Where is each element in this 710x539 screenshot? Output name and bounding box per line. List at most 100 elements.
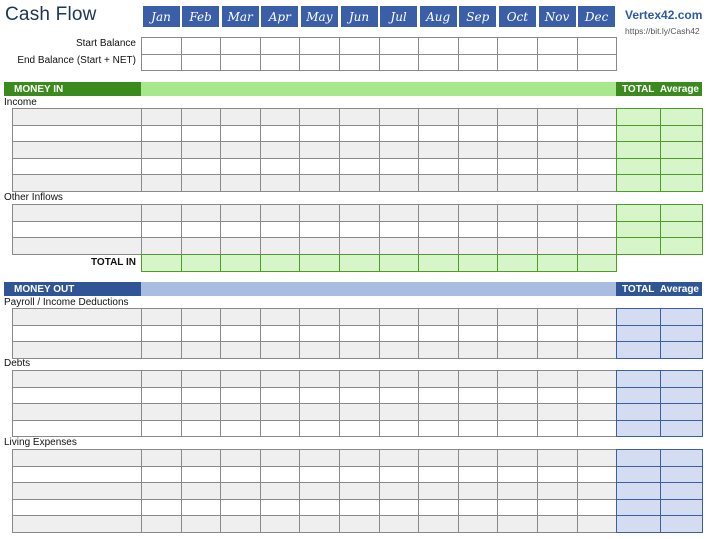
income-cell-sep[interactable] [457, 108, 499, 126]
income-cell-sep[interactable] [457, 157, 499, 176]
income-cell-apr[interactable] [259, 108, 301, 126]
debts-average-cell[interactable] [660, 370, 703, 388]
other-inflows-cell-aug[interactable] [418, 237, 459, 255]
living-expenses-cell-sep[interactable] [457, 515, 499, 533]
debts-cell-jun[interactable] [339, 386, 380, 405]
income-cell-feb[interactable] [180, 124, 222, 143]
living-expenses-cell-jul[interactable] [378, 515, 420, 533]
debts-cell-jun[interactable] [339, 403, 380, 421]
other-inflows-cell-oct[interactable] [497, 204, 538, 222]
other-inflows-cell-feb[interactable] [180, 220, 222, 239]
start-balance-cell-feb[interactable] [180, 37, 222, 55]
other-inflows-cell-may[interactable] [299, 237, 340, 255]
payroll-cell-nov[interactable] [537, 324, 578, 343]
living-expenses-cell-oct[interactable] [497, 482, 538, 500]
living-expenses-cell-jun[interactable] [339, 482, 380, 500]
debts-cell-feb[interactable] [180, 370, 222, 388]
income-cell-apr[interactable] [259, 157, 301, 176]
income-cell-nov[interactable] [537, 108, 578, 126]
living-expenses-total-cell[interactable] [616, 482, 661, 500]
living-expenses-cell-nov[interactable] [537, 465, 578, 484]
other-inflows-cell-aug[interactable] [418, 204, 459, 222]
debts-cell-feb[interactable] [180, 403, 222, 421]
payroll-cell-aug[interactable] [418, 341, 459, 359]
other-inflows-cell-feb[interactable] [180, 237, 222, 255]
income-cell-feb[interactable] [180, 108, 222, 126]
income-cell-dec[interactable] [576, 124, 618, 143]
start-balance-cell-jan[interactable] [141, 37, 182, 55]
living-expenses-cell-jan[interactable] [141, 515, 182, 533]
total-in-cell-jul[interactable] [378, 254, 420, 272]
debts-cell-jun[interactable] [339, 419, 380, 438]
living-expenses-cell-apr[interactable] [259, 498, 301, 517]
living-expenses-cell-sep[interactable] [457, 449, 499, 467]
payroll-cell-feb[interactable] [180, 324, 222, 343]
debts-cell-sep[interactable] [457, 386, 499, 405]
living-expenses-average-cell[interactable] [660, 498, 703, 517]
living-expenses-cell-jan[interactable] [141, 482, 182, 500]
debts-cell-apr[interactable] [259, 370, 301, 388]
living-expenses-cell-mar[interactable] [220, 498, 261, 517]
payroll-cell-aug[interactable] [418, 324, 459, 343]
other-inflows-cell-sep[interactable] [457, 220, 499, 239]
debts-cell-jul[interactable] [378, 370, 420, 388]
total-in-cell-aug[interactable] [418, 254, 459, 272]
living-expenses-cell-may[interactable] [299, 465, 340, 484]
start-balance-cell-nov[interactable] [537, 37, 578, 55]
payroll-row-label-cell[interactable] [12, 324, 142, 343]
other-inflows-cell-jul[interactable] [378, 220, 420, 239]
living-expenses-cell-mar[interactable] [220, 482, 261, 500]
end-balance-cell-dec[interactable] [576, 53, 618, 72]
debts-cell-may[interactable] [299, 419, 340, 438]
debts-cell-nov[interactable] [537, 419, 578, 438]
income-cell-dec[interactable] [576, 108, 618, 126]
income-total-cell[interactable] [616, 174, 661, 192]
living-expenses-cell-jun[interactable] [339, 498, 380, 517]
income-cell-oct[interactable] [497, 157, 538, 176]
living-expenses-cell-jun[interactable] [339, 515, 380, 533]
end-balance-cell-feb[interactable] [180, 53, 222, 72]
living-expenses-average-cell[interactable] [660, 515, 703, 533]
debts-cell-aug[interactable] [418, 419, 459, 438]
other-inflows-cell-nov[interactable] [537, 237, 578, 255]
income-cell-jun[interactable] [339, 124, 380, 143]
payroll-cell-dec[interactable] [576, 308, 618, 326]
income-cell-aug[interactable] [418, 174, 459, 192]
other-inflows-cell-jul[interactable] [378, 204, 420, 222]
living-expenses-total-cell[interactable] [616, 515, 661, 533]
living-expenses-cell-feb[interactable] [180, 482, 222, 500]
payroll-row-label-cell[interactable] [12, 341, 142, 359]
living-expenses-cell-jul[interactable] [378, 482, 420, 500]
debts-cell-mar[interactable] [220, 370, 261, 388]
debts-cell-jul[interactable] [378, 403, 420, 421]
debts-cell-may[interactable] [299, 386, 340, 405]
end-balance-cell-nov[interactable] [537, 53, 578, 72]
payroll-cell-feb[interactable] [180, 341, 222, 359]
living-expenses-cell-jul[interactable] [378, 465, 420, 484]
living-expenses-cell-jun[interactable] [339, 449, 380, 467]
income-cell-mar[interactable] [220, 157, 261, 176]
income-cell-jul[interactable] [378, 174, 420, 192]
total-in-cell-dec[interactable] [576, 254, 618, 272]
debts-cell-sep[interactable] [457, 419, 499, 438]
other-inflows-cell-dec[interactable] [576, 220, 618, 239]
debts-cell-jul[interactable] [378, 419, 420, 438]
brand-link[interactable]: Vertex42.com [625, 8, 702, 22]
debts-cell-feb[interactable] [180, 419, 222, 438]
other-inflows-cell-dec[interactable] [576, 237, 618, 255]
end-balance-cell-oct[interactable] [497, 53, 538, 72]
other-inflows-row-label-cell[interactable] [12, 204, 142, 222]
short-url-link[interactable]: https://bit.ly/Cash42 [625, 26, 700, 36]
living-expenses-cell-oct[interactable] [497, 465, 538, 484]
living-expenses-cell-feb[interactable] [180, 449, 222, 467]
income-cell-sep[interactable] [457, 124, 499, 143]
living-expenses-cell-aug[interactable] [418, 482, 459, 500]
income-row-label-cell[interactable] [12, 124, 142, 143]
payroll-cell-mar[interactable] [220, 324, 261, 343]
debts-cell-oct[interactable] [497, 370, 538, 388]
payroll-cell-may[interactable] [299, 324, 340, 343]
total-in-cell-oct[interactable] [497, 254, 538, 272]
other-inflows-cell-aug[interactable] [418, 220, 459, 239]
living-expenses-cell-nov[interactable] [537, 482, 578, 500]
debts-cell-oct[interactable] [497, 403, 538, 421]
